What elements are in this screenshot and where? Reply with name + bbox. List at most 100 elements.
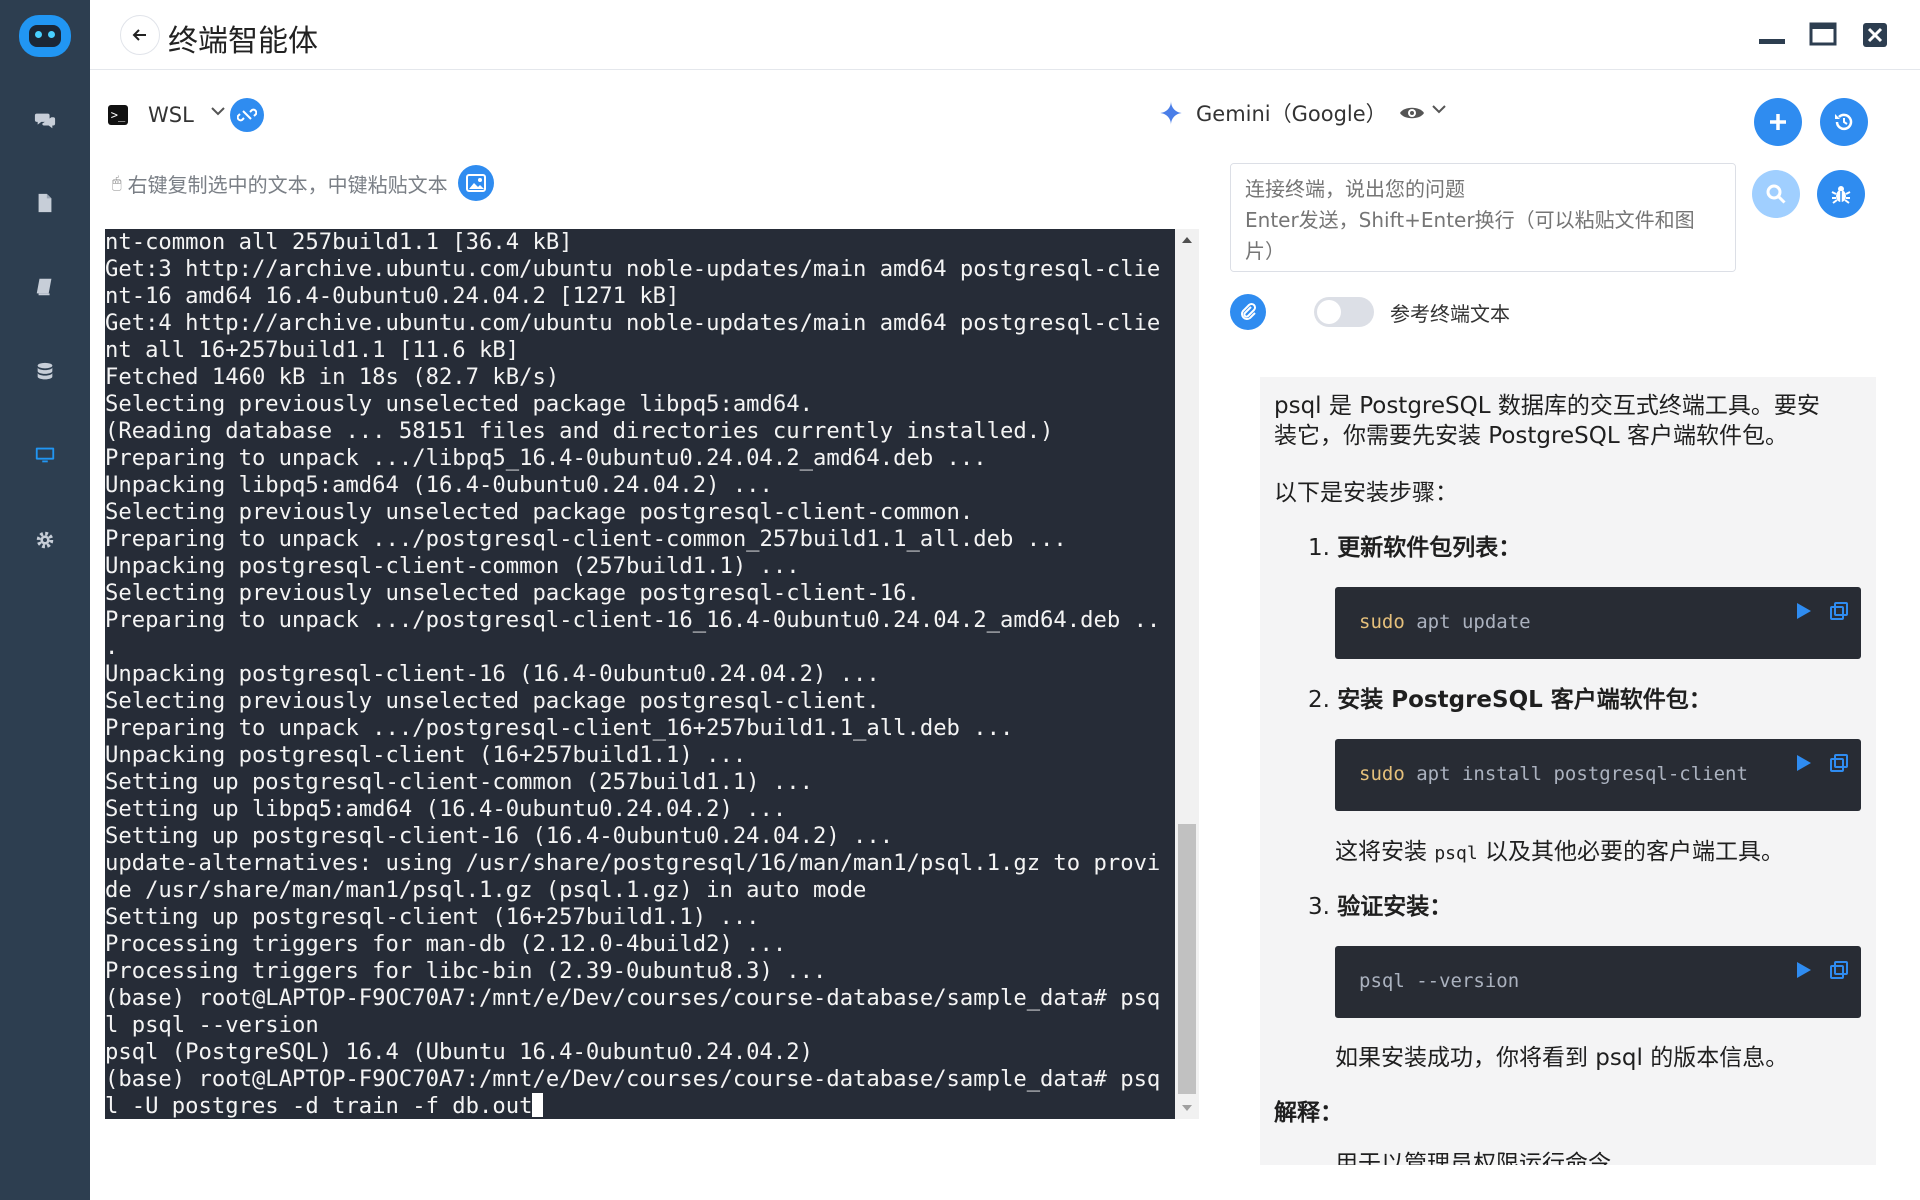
terminal-selector[interactable]: WSL — [148, 103, 194, 127]
terminal-scrollbar[interactable] — [1175, 229, 1199, 1119]
sidebar — [0, 0, 90, 1200]
reference-terminal-toggle[interactable] — [1314, 297, 1374, 327]
disconnect-button[interactable] — [229, 98, 264, 132]
database-icon — [37, 362, 53, 380]
screenshot-button[interactable] — [457, 165, 494, 201]
scroll-thumb[interactable] — [1178, 824, 1196, 1094]
back-button[interactable] — [120, 15, 160, 55]
terminal-text: nt-common all 257build1.1 [36.4 kB] Get:… — [105, 229, 1175, 1119]
new-chat-button[interactable] — [1754, 98, 1802, 146]
code-text: psql --version — [1359, 970, 1520, 992]
sidebar-item-terminal[interactable] — [0, 430, 90, 480]
code-block: sudo apt update — [1335, 587, 1861, 659]
terminal-line: Setting up postgresql-client-common (257… — [105, 769, 813, 795]
run-icon[interactable] — [1795, 753, 1813, 773]
answer-steps-heading: 以下是安装步骤： — [1274, 480, 1458, 506]
chat-input[interactable] — [1230, 163, 1736, 272]
sidebar-item-chat[interactable] — [0, 95, 90, 145]
terminal-line: l psql --version — [105, 1012, 319, 1038]
terminal-line: (base) root@LAPTOP-F9OC70A7:/mnt/e/Dev/c… — [105, 985, 1161, 1011]
terminal-line: Get:3 http://archive.ubuntu.com/ubuntu n… — [105, 256, 1161, 282]
terminal-line: Processing triggers for man-db (2.12.0-4… — [105, 931, 787, 957]
minimize-button[interactable] — [1757, 22, 1787, 48]
terminal-icon: >_ — [108, 105, 128, 125]
terminal-line: Preparing to unpack .../postgresql-clien… — [105, 526, 1067, 552]
terminal-toolbar: >_ WSL — [108, 95, 264, 135]
code-block: sudo apt install postgresql-client — [1335, 739, 1861, 811]
sidebar-item-database[interactable] — [0, 347, 90, 397]
terminal-output[interactable]: nt-common all 257build1.1 [36.4 kB] Get:… — [105, 229, 1175, 1119]
plus-icon — [1770, 114, 1786, 130]
gear-icon — [36, 531, 54, 549]
terminal-line: Setting up postgresql-client (16+257buil… — [105, 904, 760, 930]
search-icon — [1766, 184, 1786, 204]
explain-heading: 解释： — [1274, 1100, 1343, 1126]
terminal-line: nt all 16+257build1.1 [11.6 kB] — [105, 337, 520, 363]
search-button[interactable] — [1752, 170, 1800, 218]
toggle-label: 参考终端文本 — [1390, 302, 1510, 326]
minimize-icon — [1759, 39, 1785, 44]
sidebar-item-knowledge[interactable] — [0, 262, 90, 312]
scroll-up-icon[interactable] — [1182, 237, 1192, 243]
step-3-note: 如果安装成功，你将看到 psql 的版本信息。 — [1335, 1045, 1789, 1071]
history-button[interactable] — [1820, 98, 1868, 146]
eye-icon[interactable] — [1399, 104, 1425, 122]
copy-icon[interactable] — [1829, 960, 1849, 980]
step-1-title: 1. 更新软件包列表： — [1308, 535, 1522, 561]
arrow-left-icon — [132, 29, 146, 41]
terminal-line: Unpacking libpq5:amd64 (16.4-0ubuntu0.24… — [105, 472, 773, 498]
terminal-line: psql (PostgreSQL) 16.4 (Ubuntu 16.4-0ubu… — [105, 1039, 813, 1065]
mouse-icon: 🖱 — [112, 173, 122, 192]
scroll-down-icon[interactable] — [1182, 1105, 1192, 1111]
terminal-line: nt-16 amd64 16.4-0ubuntu0.24.04.2 [1271 … — [105, 283, 680, 309]
code-block: psql --version — [1335, 946, 1861, 1018]
terminal-line: de /usr/share/man/man1/psql.1.gz (psql.1… — [105, 877, 867, 903]
title-bar: 终端智能体 — [90, 0, 1920, 70]
terminal-line: l -U postgres -d train -f db.out — [105, 1093, 533, 1119]
terminal-line: Setting up libpq5:amd64 (16.4-0ubuntu0.2… — [105, 796, 787, 822]
terminal-hint: 🖱 右键复制选中的文本，中键粘贴文本 — [112, 165, 494, 201]
debug-button[interactable] — [1817, 170, 1865, 218]
bug-icon — [1831, 186, 1851, 204]
code-text: sudo apt install postgresql-client — [1359, 763, 1748, 785]
step-2-note: 这将安装 psql 以及其他必要的客户端工具。 — [1335, 839, 1784, 865]
app-logo-icon — [19, 15, 71, 57]
gemini-sparkle-icon — [1159, 101, 1183, 125]
terminal-line: . — [105, 634, 119, 660]
step-3-title: 3. 验证安装： — [1308, 894, 1453, 920]
answer-panel: psql 是 PostgreSQL 数据库的交互式终端工具。要安装它，你需要先安… — [1260, 377, 1876, 1165]
chevron-down-icon[interactable] — [210, 105, 226, 117]
link-off-icon — [236, 108, 257, 122]
copy-icon[interactable] — [1829, 601, 1849, 621]
terminal-line: Preparing to unpack .../postgresql-clien… — [105, 607, 1161, 633]
terminal-line: (base) root@LAPTOP-F9OC70A7:/mnt/e/Dev/c… — [105, 1066, 1161, 1092]
answer-intro: psql 是 PostgreSQL 数据库的交互式终端工具。要安装它，你需要先安… — [1274, 393, 1820, 449]
code-text: sudo apt update — [1359, 611, 1531, 633]
terminal-line: Fetched 1460 kB in 18s (82.7 kB/s) — [105, 364, 560, 390]
terminal-line: Processing triggers for libc-bin (2.39-0… — [105, 958, 827, 984]
terminal-line: Selecting previously unselected package … — [105, 688, 880, 714]
close-icon — [1863, 23, 1887, 47]
close-button[interactable] — [1860, 22, 1890, 48]
model-name: Gemini（Google） — [1196, 102, 1387, 126]
terminal-line: Selecting previously unselected package … — [105, 499, 974, 525]
model-selector[interactable]: Gemini（Google） — [1158, 98, 1447, 128]
image-icon — [465, 174, 486, 192]
run-icon[interactable] — [1795, 960, 1813, 980]
maximize-button[interactable] — [1808, 22, 1838, 48]
copy-icon[interactable] — [1829, 753, 1849, 773]
maximize-icon — [1809, 22, 1837, 46]
terminal-line: (Reading database ... 58151 files and di… — [105, 418, 1054, 444]
chevron-down-icon[interactable] — [1431, 103, 1447, 115]
run-icon[interactable] — [1795, 601, 1813, 621]
sidebar-item-settings[interactable] — [0, 515, 90, 565]
terminal-line: Preparing to unpack .../postgresql-clien… — [105, 715, 1014, 741]
sidebar-item-documents[interactable] — [0, 178, 90, 228]
terminal-line: Unpacking postgresql-client-common (257b… — [105, 553, 800, 579]
attach-button[interactable] — [1230, 294, 1266, 330]
history-icon — [1835, 113, 1853, 131]
terminal-line: Unpacking postgresql-client (16+257build… — [105, 742, 747, 768]
book-icon — [36, 278, 52, 296]
terminal-line: Selecting previously unselected package … — [105, 580, 920, 606]
terminal-line: update-alternatives: using /usr/share/po… — [105, 850, 1161, 876]
